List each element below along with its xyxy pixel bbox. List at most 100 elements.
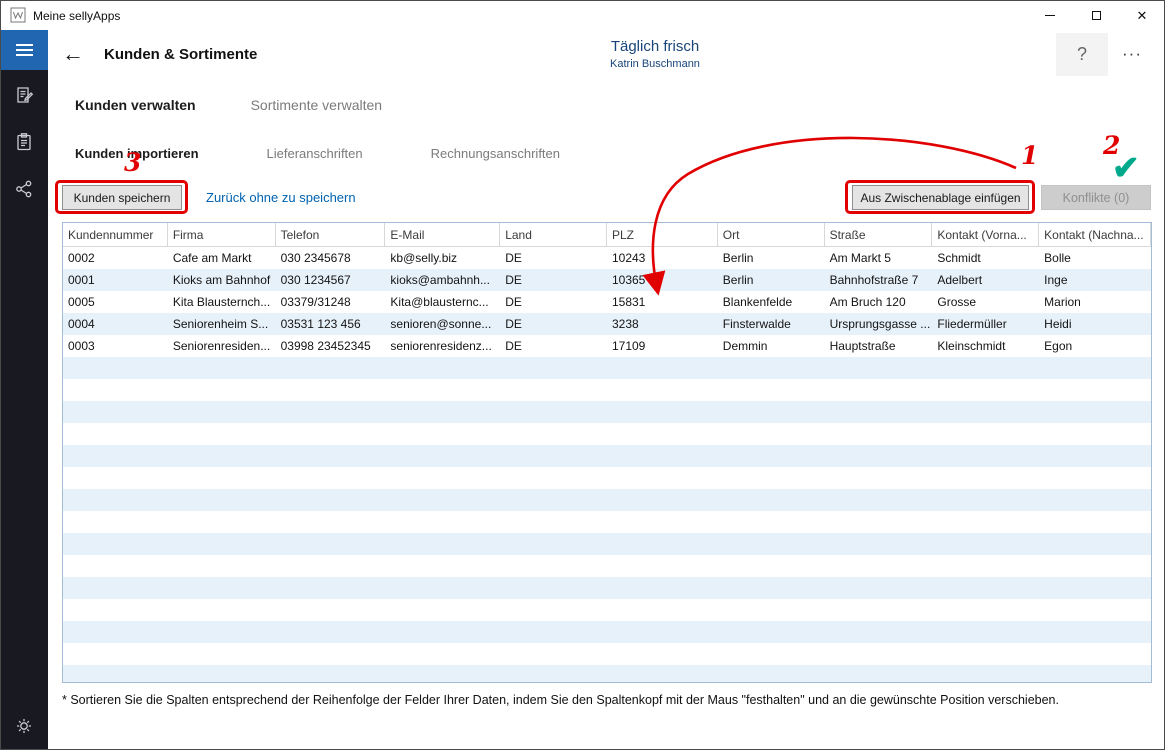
cell [825,423,933,445]
cell [825,467,933,489]
cell [825,665,933,683]
table-row-empty [63,599,1151,621]
tab-kunden-verwalten[interactable]: Kunden verwalten [75,97,196,113]
cell: Grosse [932,291,1039,313]
cell: Am Markt 5 [825,247,933,269]
cell [718,357,825,379]
help-icon: ? [1077,44,1087,65]
window-title: Meine sellyApps [33,9,120,23]
window-controls: ✕ [1027,0,1165,30]
cell [1039,555,1151,577]
cell [276,599,386,621]
column-header-7[interactable]: Straße [825,223,933,246]
sidebar-item-customers[interactable] [0,72,48,117]
tab-lieferanschriften[interactable]: Lieferanschriften [267,146,363,161]
sidebar-item-share[interactable] [0,166,48,211]
table-row[interactable]: 0002Cafe am Markt030 2345678kb@selly.biz… [63,247,1151,269]
minimize-button[interactable] [1027,0,1073,30]
cell [276,423,386,445]
cell [825,401,933,423]
cell [1039,643,1151,665]
help-button[interactable]: ? [1056,33,1108,76]
cell: 030 2345678 [276,247,386,269]
minimize-icon [1045,15,1055,16]
column-header-9[interactable]: Kontakt (Nachna... [1039,223,1151,246]
column-header-4[interactable]: Land [500,223,607,246]
column-header-3[interactable]: E-Mail [385,223,500,246]
column-header-1[interactable]: Firma [168,223,276,246]
paste-from-clipboard-button[interactable]: Aus Zwischenablage einfügen [852,185,1029,210]
cell: Fliedermüller [932,313,1039,335]
cell [63,489,168,511]
cell [607,379,718,401]
cell [63,665,168,683]
cell [63,555,168,577]
cell [276,577,386,599]
cell [63,401,168,423]
table-row[interactable]: 0004Seniorenheim S...03531 123 456senior… [63,313,1151,335]
close-button[interactable]: ✕ [1119,0,1165,30]
cell: Hauptstraße [825,335,933,357]
more-icon: ··· [1122,44,1142,63]
cell [607,445,718,467]
hamburger-menu-button[interactable] [0,30,48,70]
cell [718,577,825,599]
cell [63,357,168,379]
cell: Am Bruch 120 [825,291,933,313]
cell [1039,357,1151,379]
cell [500,511,607,533]
cell [168,511,276,533]
more-button[interactable]: ··· [1122,44,1142,64]
save-customers-button[interactable]: Kunden speichern [62,185,182,210]
cell [932,599,1039,621]
cell [607,643,718,665]
column-header-2[interactable]: Telefon [276,223,386,246]
table-row[interactable]: 0001Kioks am Bahnhof030 1234567kioks@amb… [63,269,1151,291]
account-user: Katrin Buschmann [500,58,810,70]
table-row-empty [63,379,1151,401]
column-header-6[interactable]: Ort [718,223,825,246]
maximize-icon [1092,11,1101,20]
cell [607,621,718,643]
cell [168,445,276,467]
cell [385,555,500,577]
sidebar-item-orders[interactable] [0,119,48,164]
cell [1039,533,1151,555]
cell [63,379,168,401]
cell [1039,665,1151,683]
cell [168,379,276,401]
table-row-empty [63,357,1151,379]
back-without-saving-link[interactable]: Zurück ohne zu speichern [206,190,356,205]
cell [932,665,1039,683]
cell [63,423,168,445]
cell [63,643,168,665]
maximize-button[interactable] [1073,0,1119,30]
table-header-row: KundennummerFirmaTelefonE-MailLandPLZOrt… [63,223,1151,247]
share-icon [14,179,34,199]
cell: Finsterwalde [718,313,825,335]
clipboard-icon [14,132,34,152]
column-header-0[interactable]: Kundennummer [63,223,168,246]
cell [276,357,386,379]
cell [932,401,1039,423]
back-button[interactable]: ← [62,41,84,67]
cell: 030 1234567 [276,269,386,291]
cell [500,665,607,683]
cell [168,357,276,379]
cell: DE [500,269,607,291]
cell: Schmidt [932,247,1039,269]
app-icon [10,7,26,23]
tab-sortimente-verwalten[interactable]: Sortimente verwalten [251,97,383,113]
tab-rechnungsanschriften[interactable]: Rechnungsanschriften [431,146,560,161]
cell [607,555,718,577]
column-header-5[interactable]: PLZ [607,223,718,246]
cell: senioren@sonne... [385,313,500,335]
secondary-tabs: Kunden importieren Lieferanschriften Rec… [75,146,560,161]
account-switcher[interactable]: Täglich frisch Katrin Buschmann [500,38,810,70]
conflicts-button[interactable]: Konflikte (0) [1041,185,1151,210]
column-header-8[interactable]: Kontakt (Vorna... [932,223,1039,246]
cell [932,357,1039,379]
table-row[interactable]: 0005Kita Blausternch...03379/31248Kita@b… [63,291,1151,313]
sidebar-item-settings[interactable] [0,708,48,744]
table-row[interactable]: 0003Seniorenresiden...03998 23452345seni… [63,335,1151,357]
